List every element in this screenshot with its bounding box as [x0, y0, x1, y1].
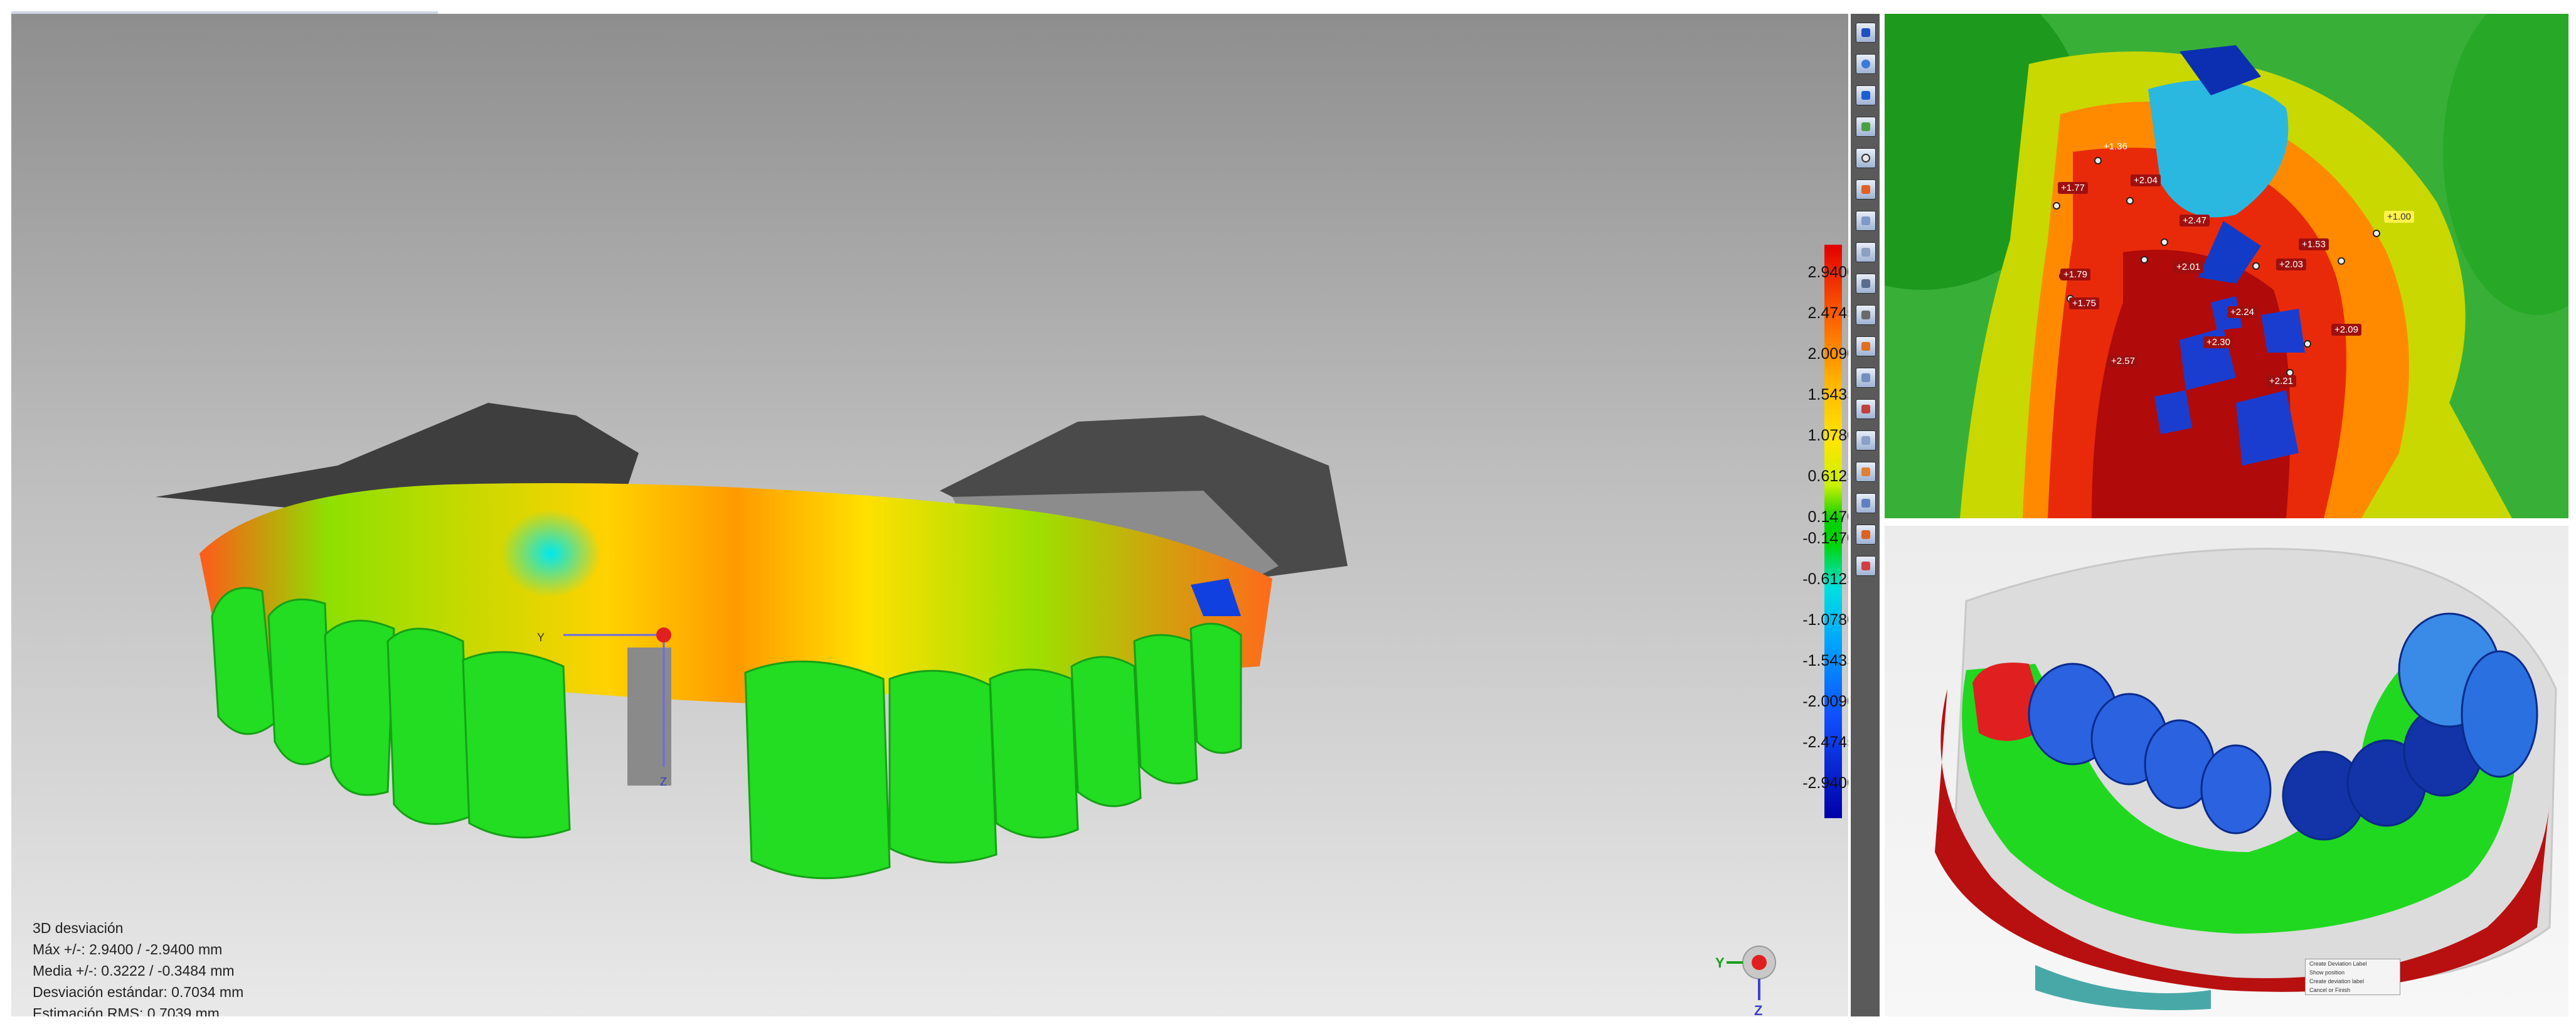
scale-label: 0.6125	[1807, 467, 1848, 485]
model-axis-y: Y	[537, 631, 545, 644]
menu-item-cancel[interactable]: Cancel or Finish	[2306, 986, 2400, 994]
model-axis-z: Z	[660, 776, 667, 788]
color-icon[interactable]	[1856, 525, 1876, 545]
scale-label: -0.1470	[1802, 530, 1848, 547]
mesh-icon[interactable]	[1856, 117, 1876, 137]
stats-rms: Estimación RMS: 0.7039 mm	[33, 1005, 220, 1016]
arch-overview-view[interactable]: Create Deviation Label Show position Cre…	[1885, 526, 2568, 1016]
rotate-icon[interactable]	[1856, 54, 1876, 74]
scale-label: 2.9400	[1807, 264, 1848, 281]
flag-icon[interactable]	[1856, 430, 1876, 451]
measure-point[interactable]	[2094, 157, 2102, 164]
zoom-icon[interactable]	[1856, 148, 1876, 168]
deviation-label[interactable]: +2.21	[2266, 375, 2296, 387]
scale-label: -1.5435	[1802, 652, 1848, 669]
lasso-icon[interactable]	[1856, 242, 1876, 262]
dental-model-3d[interactable]: Y Z	[11, 14, 1848, 1016]
stats-max: Máx +/-: 2.9400 / -2.9400 mm	[33, 941, 223, 957]
measure-point[interactable]	[2161, 238, 2168, 246]
deviation-label[interactable]: +1.53	[2299, 238, 2329, 250]
vertical-toolbar	[1851, 14, 1880, 1016]
scale-label: -0.6125	[1802, 570, 1848, 588]
deviation-label[interactable]: +2.24	[2227, 306, 2257, 318]
cyan-deviation-spot	[501, 509, 601, 597]
deviation-label[interactable]: +2.09	[2331, 324, 2361, 336]
measure-point[interactable]	[2053, 202, 2060, 210]
layer-icon[interactable]	[1856, 493, 1876, 513]
measure-icon[interactable]	[1856, 274, 1876, 294]
menu-item-create-deviation[interactable]: Create deviation label	[2306, 977, 2400, 986]
deviation-label[interactable]: +2.57	[2108, 355, 2138, 367]
deviation-label[interactable]: +2.04	[2131, 174, 2161, 186]
deviation-statistics: 3D desviación Máx +/-: 2.9400 / -2.9400 …	[33, 917, 243, 1016]
axis-triad[interactable]: Y Z	[1715, 937, 1784, 1016]
deviation-label[interactable]: +1.79	[2060, 269, 2090, 280]
deviation-label[interactable]: +1.75	[2069, 297, 2099, 309]
menu-item-create-label[interactable]: Create Deviation Label	[2306, 959, 2400, 968]
deviation-viewport[interactable]: Y Z 2.9400 2.4745 2.0090 1.5435 1.0780 0…	[11, 14, 1848, 1016]
measure-point[interactable]	[2304, 340, 2311, 348]
scale-label: 2.0090	[1807, 345, 1848, 363]
measure-point[interactable]	[2252, 262, 2260, 270]
scale-label: -2.0090	[1802, 693, 1848, 710]
scale-label: -2.4745	[1802, 733, 1848, 751]
select-icon[interactable]	[1856, 211, 1876, 231]
orange-tool-icon[interactable]	[1856, 336, 1876, 356]
axis-y-label: Y	[1715, 955, 1725, 971]
deviation-label[interactable]: +2.03	[2276, 259, 2306, 270]
scale-label: 1.0780	[1807, 427, 1848, 444]
closeup-heatmap	[1885, 14, 2568, 518]
measure-point[interactable]	[2141, 256, 2148, 264]
deviation-label[interactable]: +2.47	[2179, 215, 2210, 227]
deviation-label[interactable]: +1.77	[2058, 182, 2088, 194]
color-map-icon[interactable]	[1856, 179, 1876, 200]
axis-x-icon	[1752, 955, 1767, 970]
stats-mean: Media +/-: 0.3222 / -0.3484 mm	[33, 962, 235, 979]
measure-point[interactable]	[2373, 230, 2380, 237]
cut-icon[interactable]	[1856, 305, 1876, 325]
closeup-deviation-view[interactable]: +1.36 +2.04 +1.77 +2.47 +1.00 +1.53 +2.0…	[1885, 14, 2568, 518]
scale-label: -1.0780	[1802, 611, 1848, 629]
deviation-icon[interactable]	[1856, 556, 1876, 576]
deviation-label[interactable]: +2.01	[2173, 261, 2203, 273]
point-icon[interactable]	[1856, 462, 1876, 482]
measure-point[interactable]	[2126, 197, 2134, 205]
context-menu[interactable]: Create Deviation Label Show position Cre…	[2305, 959, 2400, 995]
stats-title: 3D desviación	[33, 920, 124, 936]
implant-origin	[656, 627, 671, 642]
annotation-icon[interactable]	[1856, 368, 1876, 388]
view-section-icon[interactable]	[1856, 85, 1876, 105]
view-front-icon[interactable]	[1856, 23, 1876, 43]
axis-z-label: Z	[1754, 1003, 1762, 1016]
deviation-label[interactable]: +1.00	[2384, 211, 2414, 223]
deviation-label[interactable]: +2.30	[2203, 336, 2233, 348]
stats-std: Desviación estándar: 0.7034 mm	[33, 984, 244, 1000]
measure-point[interactable]	[2338, 257, 2345, 265]
scale-label: -2.9400	[1802, 774, 1848, 792]
deviation-label[interactable]: +1.36	[2100, 141, 2131, 152]
scale-label: 0.1470	[1807, 508, 1848, 526]
scale-label: 1.5435	[1807, 386, 1848, 403]
scale-label: 2.4745	[1807, 304, 1848, 322]
compare-icon[interactable]	[1856, 399, 1876, 419]
arch-heatmap	[1935, 548, 2557, 1010]
menu-item-show-position[interactable]: Show position	[2306, 968, 2400, 977]
